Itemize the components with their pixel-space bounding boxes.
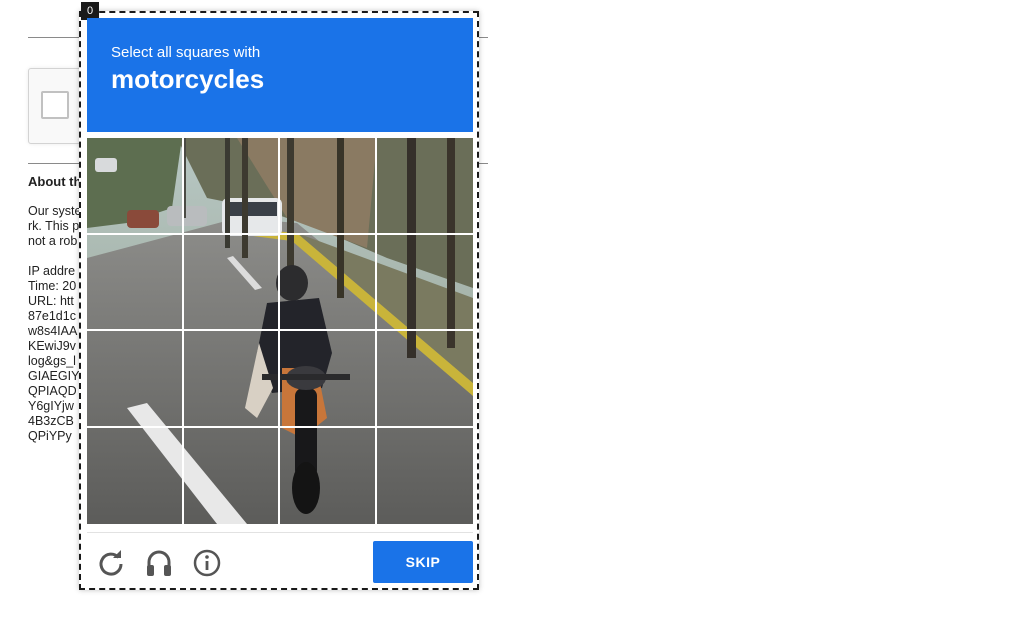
grid-tile[interactable]	[87, 331, 184, 428]
grid-tile[interactable]	[377, 428, 474, 525]
challenge-header: Select all squares with motorcycles	[87, 18, 473, 132]
challenge-instruction: Select all squares with	[111, 44, 261, 61]
about-line: not a rob	[28, 234, 78, 248]
reload-button[interactable]	[95, 547, 127, 579]
grid-tile[interactable]	[376, 331, 473, 428]
grid-tile[interactable]	[184, 427, 280, 524]
about-line: Our syste	[28, 204, 82, 218]
grid-tile[interactable]	[376, 138, 473, 235]
grid-tile[interactable]	[87, 427, 184, 524]
recaptcha-checkbox[interactable]	[41, 91, 69, 119]
grid-tile[interactable]	[183, 234, 280, 331]
reload-icon	[99, 550, 123, 576]
grid-tile[interactable]	[280, 234, 377, 331]
grid-tile[interactable]	[376, 235, 473, 331]
grid-tile[interactable]	[280, 331, 377, 428]
grid-tile[interactable]	[183, 331, 280, 428]
grid-tile[interactable]	[280, 138, 377, 235]
skip-button[interactable]: SKIP	[373, 541, 473, 583]
tile-grid	[87, 138, 473, 524]
grid-tile[interactable]	[183, 138, 280, 235]
image-grid	[87, 138, 473, 524]
grid-tile[interactable]	[280, 427, 377, 524]
info-icon	[193, 549, 221, 577]
about-heading: About th	[28, 174, 82, 189]
captcha-challenge-dialog: 0 Select all squares with motorcycles SK…	[79, 2, 479, 590]
about-line: rk. This p	[28, 219, 80, 233]
audio-challenge-button[interactable]	[143, 547, 175, 579]
footer-divider	[87, 532, 473, 533]
headphones-icon	[147, 550, 171, 576]
challenge-target: motorcycles	[111, 64, 265, 94]
grid-tile[interactable]	[87, 138, 184, 235]
grid-tile[interactable]	[87, 234, 184, 331]
help-button[interactable]	[191, 547, 223, 579]
